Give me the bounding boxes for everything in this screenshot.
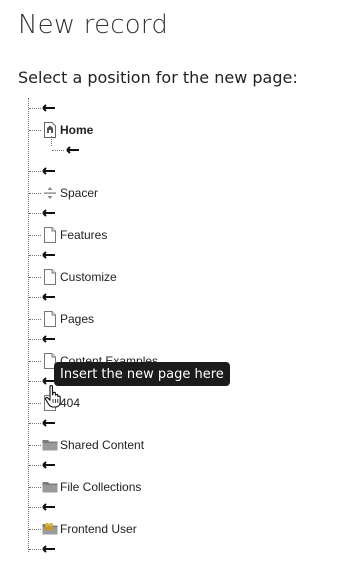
tree-node-label: Frontend User	[60, 522, 137, 536]
folder-icon	[42, 482, 58, 493]
insert-position-row[interactable]	[0, 457, 300, 473]
tree-node-features: Features	[0, 227, 300, 243]
page-tree: Home Spacer Features Customize Pages Con…	[0, 96, 338, 566]
tree-node-label: Pages	[60, 312, 95, 326]
tree-node-label: Spacer	[60, 186, 99, 200]
tree-node-label: Home	[60, 123, 94, 137]
tree-node-label: Shared Content	[60, 438, 145, 452]
page-subtitle: Select a position for the new page:	[18, 68, 298, 87]
tree-node-label: File Collections	[60, 480, 142, 494]
insert-arrow-icon[interactable]	[42, 103, 56, 113]
tree-node-file-collections: File Collections	[0, 479, 300, 495]
insert-position-row[interactable]	[0, 331, 300, 347]
insert-position-row[interactable]	[0, 205, 300, 221]
insert-position-row[interactable]	[0, 100, 300, 116]
tree-node-home: Home	[0, 122, 300, 138]
tree-node-frontend-user: Frontend User	[0, 521, 300, 537]
insert-arrow-icon[interactable]	[66, 145, 80, 155]
insert-arrow-icon[interactable]	[42, 166, 56, 176]
insert-tooltip: Insert the new page here	[54, 362, 230, 386]
home-page-icon	[44, 122, 56, 138]
insert-arrow-icon[interactable]	[42, 208, 56, 218]
insert-arrow-icon[interactable]	[42, 250, 56, 260]
insert-position-row[interactable]	[0, 247, 300, 263]
tree-node-label: Customize	[60, 270, 117, 284]
insert-arrow-icon[interactable]	[42, 418, 56, 428]
insert-position-row[interactable]	[0, 136, 300, 158]
insert-arrow-icon[interactable]	[42, 460, 56, 470]
user-folder-icon	[42, 523, 58, 535]
insert-position-row[interactable]	[0, 541, 300, 557]
insert-arrow-icon[interactable]	[42, 502, 56, 512]
folder-icon	[42, 440, 58, 451]
hand-cursor-icon	[44, 385, 61, 408]
spacer-icon	[44, 187, 56, 199]
page-icon	[44, 269, 56, 285]
tree-node-label: Features	[60, 228, 108, 242]
insert-position-row[interactable]	[0, 163, 300, 179]
tree-node-spacer: Spacer	[0, 185, 300, 201]
insert-arrow-icon[interactable]	[42, 334, 56, 344]
insert-position-row[interactable]	[0, 499, 300, 515]
tree-node-pages: Pages	[0, 311, 300, 327]
insert-arrow-icon[interactable]	[42, 544, 56, 554]
tree-node-shared-content: Shared Content	[0, 437, 300, 453]
page-icon	[44, 311, 56, 327]
insert-position-row[interactable]	[0, 415, 300, 431]
insert-position-row[interactable]	[0, 289, 300, 305]
insert-arrow-icon[interactable]	[42, 292, 56, 302]
page-icon	[44, 227, 56, 243]
tree-node-customize: Customize	[0, 269, 300, 285]
page-title: New record	[18, 10, 169, 40]
